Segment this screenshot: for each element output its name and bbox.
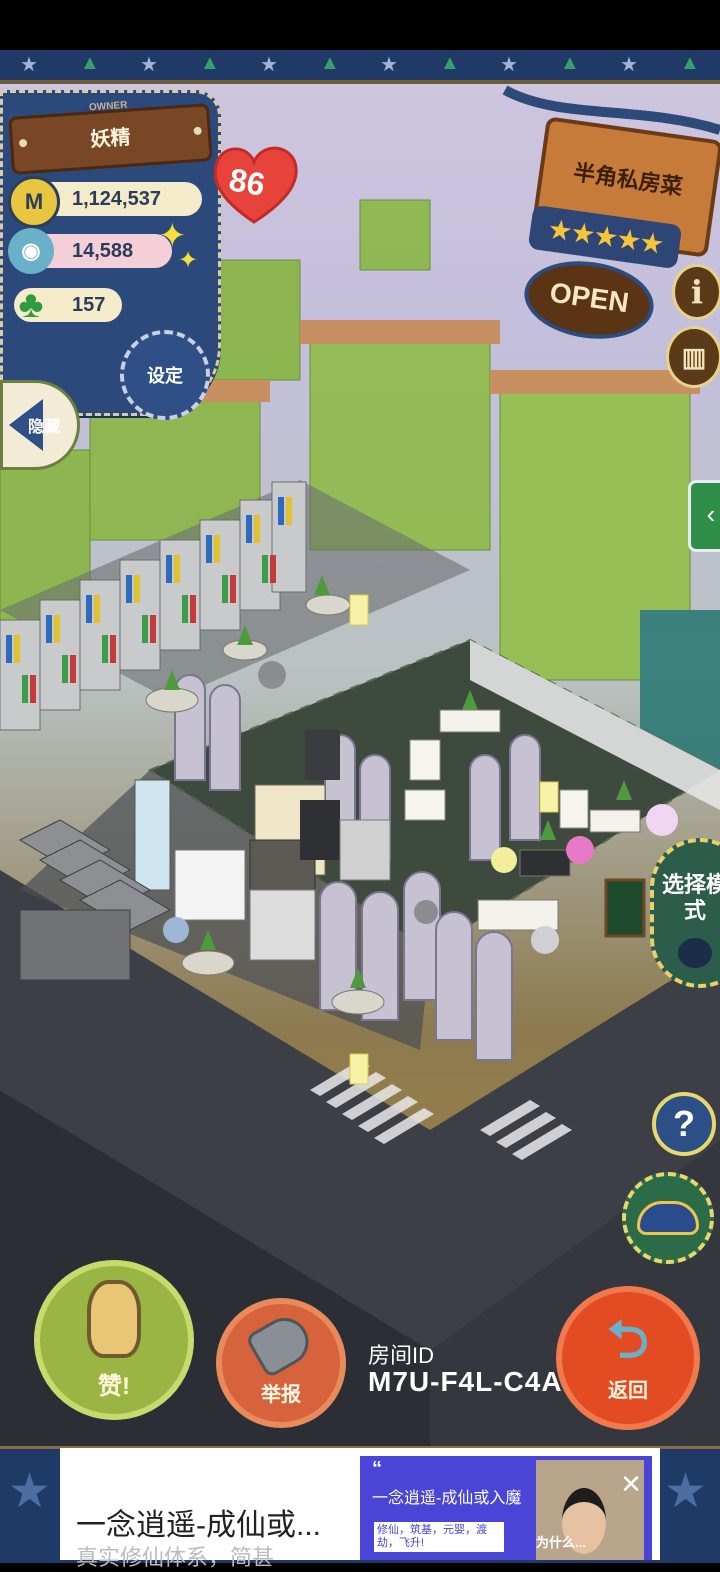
ad-image-subtitle: 修仙，筑基，元婴，渡劫，飞升! — [374, 1522, 504, 1552]
help-button[interactable]: ? — [652, 1092, 716, 1156]
coins-value: 1,124,537 — [72, 188, 161, 210]
ad-banner[interactable]: 一念逍遥-成仙或... 真实修仙体系，简甚 “ 一念逍遥-成仙或入魔 修仙，筑基… — [60, 1448, 660, 1570]
food-basket-icon: ◉ — [8, 228, 54, 274]
ad-subtitle: 真实修仙体系，简甚 — [76, 1545, 275, 1570]
hat-icon — [637, 1201, 699, 1235]
game-view[interactable]: ★ ▲ ★ ▲ ★ ▲ ★ ▲ ★ ▲ ★ ▲ OWNER 妖精 86 M 1,… — [0, 50, 720, 1446]
info-icon: i — [690, 273, 704, 311]
ad-image-title: 一念逍遥-成仙或入魔 — [372, 1490, 522, 1507]
chevron-left-icon: ‹ — [706, 499, 716, 529]
question-icon: ? — [673, 1103, 695, 1144]
coins-stat: M 1,124,537 — [8, 176, 202, 228]
clover-icon: ♣ — [18, 284, 44, 326]
back-button[interactable]: ⮌ 返回 — [556, 1286, 700, 1430]
hat-button[interactable] — [622, 1172, 714, 1264]
return-arrow-icon: ⮌ — [607, 1310, 649, 1369]
sparkle-icon: ✦ — [178, 247, 199, 274]
like-button[interactable]: 赞! — [34, 1260, 194, 1420]
room-id: 房间ID M7U-F4L-C4A — [368, 1344, 563, 1396]
ad-image[interactable]: “ 一念逍遥-成仙或入魔 修仙，筑基，元婴，渡劫，飞升! 为什么... — [360, 1456, 652, 1560]
select-mode-label: 选择模式 — [661, 872, 720, 923]
room-id-label: 房间ID — [368, 1343, 435, 1368]
settings-label: 设定 — [147, 366, 183, 386]
quote-icon: “ — [372, 1458, 382, 1480]
cuisine-stat: ◉ 14,588 — [8, 228, 172, 274]
nail-icon — [18, 138, 28, 148]
coin-icon: M — [8, 176, 60, 228]
room-id-value: M7U-F4L-C4A — [368, 1366, 563, 1397]
nail-icon — [193, 126, 202, 136]
hide-label: 隐藏 — [27, 419, 60, 436]
bear-icon — [678, 938, 712, 968]
shop-name: 半角私房菜 — [571, 159, 685, 200]
clover-stat: ♣ 157 — [14, 286, 122, 324]
owner-name: 妖精 — [89, 126, 132, 152]
cuisine-value: 14,588 — [72, 240, 134, 262]
close-icon[interactable]: ✕ — [616, 1470, 646, 1500]
ad-photo-caption: 为什么... — [536, 1535, 586, 1550]
settings-button[interactable]: 设定 — [120, 330, 210, 420]
report-button[interactable]: 举报 — [216, 1298, 346, 1428]
clover-value: 157 — [72, 294, 106, 316]
select-mode-button[interactable]: 选择模式 — [650, 838, 720, 988]
menu-book-button[interactable]: ▥ — [666, 326, 720, 388]
side-panel-tab[interactable]: ‹ — [688, 480, 720, 552]
book-icon: ▥ — [681, 341, 707, 372]
thumbs-up-icon — [87, 1279, 141, 1358]
ad-title[interactable]: 一念逍遥-成仙或... — [76, 1500, 321, 1544]
report-label: 举报 — [261, 1383, 301, 1406]
like-label: 赞! — [98, 1372, 130, 1400]
whistle-icon — [244, 1308, 318, 1379]
status-bar — [0, 0, 720, 50]
info-button[interactable]: i — [672, 264, 720, 320]
back-label: 返回 — [608, 1379, 648, 1402]
